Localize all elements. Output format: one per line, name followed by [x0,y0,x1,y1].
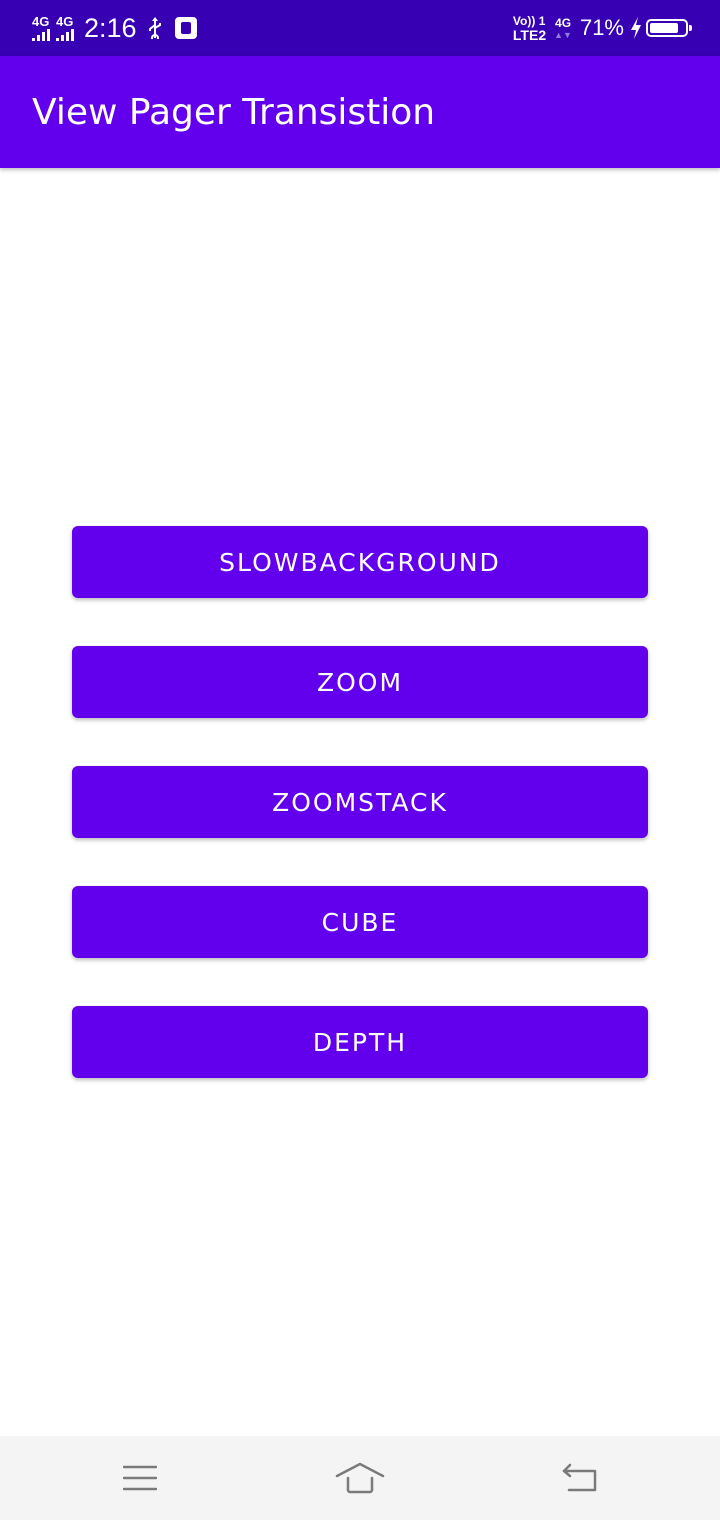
sim2-network-label: 4G [56,14,74,29]
slowbackground-button[interactable]: SLOWBACKGROUND [72,526,648,598]
app-title: View Pager Transistion [32,91,436,133]
clock: 2:16 [84,12,137,43]
volte-top-label: Vo)) 1 [512,13,546,28]
back-button[interactable] [530,1436,630,1520]
volte-indicator: Vo)) 1 LTE2 [512,13,547,43]
button-list: SLOWBACKGROUND ZOOM ZOOMSTACK CUBE DEPTH [72,526,648,1126]
menu-button[interactable] [90,1436,190,1520]
bolt-icon [631,17,641,39]
sim1-signal: 4G [32,15,50,41]
home-button[interactable] [310,1436,410,1520]
depth-button[interactable]: DEPTH [72,1006,648,1078]
usb-icon [148,17,161,39]
battery-icon [646,19,692,37]
status-bar: 4G 4G 2:16 Vo)) 1 LTE2 4G ▲▼ 71% [0,0,720,56]
signal-icon [32,29,50,41]
app-bar: View Pager Transistion [0,56,720,168]
zoomstack-button[interactable]: ZOOMSTACK [72,766,648,838]
navigation-bar [0,1436,720,1520]
data-network-indicator: 4G ▲▼ [554,15,572,40]
battery-percent: 71% [579,15,624,40]
data-activity-icon: ▲▼ [554,29,572,40]
cube-button[interactable]: CUBE [72,886,648,958]
sim2-signal: 4G [56,15,74,41]
debug-icon [174,17,197,39]
sim1-network-label: 4G [32,14,50,29]
signal-icon [56,29,74,41]
status-bar-left: 4G 4G 2:16 [32,0,197,56]
back-icon [562,1463,597,1492]
volte-bottom-label: LTE2 [512,26,547,43]
menu-icon [123,1465,157,1491]
status-bar-right: Vo)) 1 LTE2 4G ▲▼ 71% [512,0,692,56]
data-network-label: 4G [555,15,572,30]
zoom-button[interactable]: ZOOM [72,646,648,718]
home-icon [335,1462,385,1494]
